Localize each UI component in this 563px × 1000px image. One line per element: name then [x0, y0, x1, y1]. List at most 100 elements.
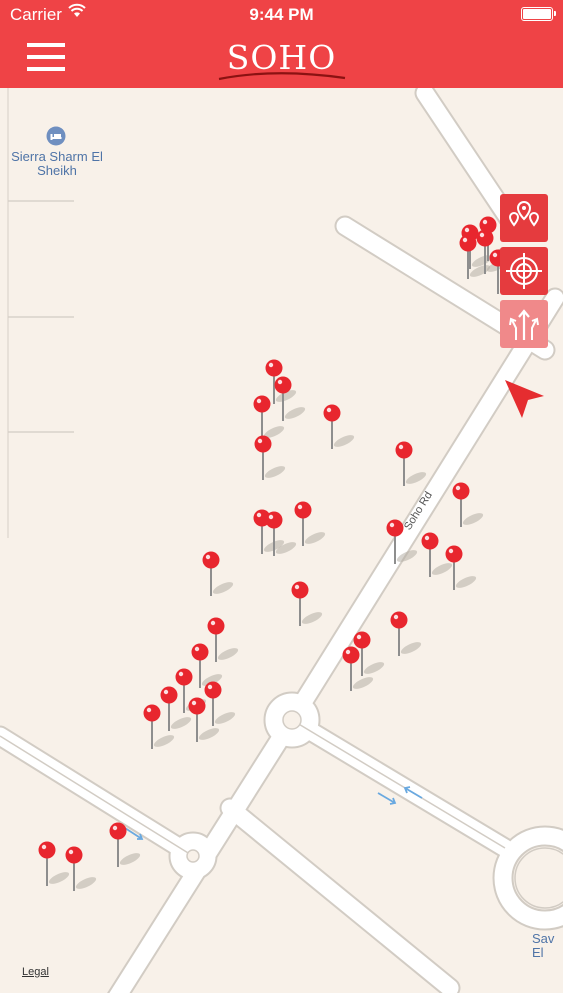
pin-highlight: [205, 554, 211, 560]
map-pin[interactable]: [253, 395, 271, 413]
map-pin[interactable]: [143, 704, 161, 722]
map-pin[interactable]: [291, 581, 309, 599]
map-pin[interactable]: [342, 646, 360, 664]
pin-highlight: [424, 535, 430, 541]
map-pin[interactable]: [38, 841, 56, 859]
map-view[interactable]: Sierra Sharm El Sheikh Soho Rd Legal Sav…: [0, 88, 563, 993]
map-pins[interactable]: [38, 216, 522, 892]
map-pin[interactable]: [265, 511, 283, 529]
pin-shadow: [400, 642, 422, 654]
map-pin[interactable]: [294, 501, 312, 519]
show-all-pins-button[interactable]: [500, 194, 548, 242]
pin-shadow: [455, 576, 477, 588]
pin-highlight: [178, 671, 184, 677]
pin-highlight: [345, 649, 351, 655]
directions-button[interactable]: [500, 300, 548, 348]
pin-highlight: [268, 514, 274, 520]
map-pin[interactable]: [445, 545, 463, 563]
battery-icon: [521, 7, 556, 21]
map-pin[interactable]: [202, 551, 220, 569]
map-pin[interactable]: [323, 404, 341, 422]
map-pin[interactable]: [160, 686, 178, 704]
roundabout-center: [282, 710, 302, 730]
pin-shadow: [352, 677, 374, 689]
pin-shadow: [405, 472, 427, 484]
pin-shadow: [431, 563, 453, 575]
map-pin[interactable]: [274, 376, 292, 394]
pin-highlight: [256, 398, 262, 404]
pin-shadow: [462, 513, 484, 525]
pin-shadow: [301, 612, 323, 624]
pin-shadow: [212, 582, 234, 594]
pin-shadow: [119, 853, 141, 865]
partial-poi-label: Sav El: [532, 931, 555, 960]
pin-highlight: [256, 512, 262, 518]
pin-highlight: [257, 438, 263, 444]
pin-highlight: [146, 707, 152, 713]
map-pin[interactable]: [452, 482, 470, 500]
map-pin[interactable]: [254, 435, 272, 453]
pin-highlight: [207, 684, 213, 690]
legal-link[interactable]: Legal: [22, 966, 49, 978]
map-pin[interactable]: [207, 617, 225, 635]
pin-highlight: [455, 485, 461, 491]
map-pin[interactable]: [386, 519, 404, 537]
directions-arrows-icon: [509, 309, 539, 340]
map-pin[interactable]: [175, 668, 193, 686]
map-pin[interactable]: [204, 681, 222, 699]
pin-highlight: [41, 844, 47, 850]
pin-highlight: [479, 232, 485, 238]
map-pin[interactable]: [188, 697, 206, 715]
map-pin[interactable]: [459, 234, 477, 252]
pin-highlight: [393, 614, 399, 620]
pin-highlight: [482, 219, 488, 225]
logo-swash: [218, 72, 346, 81]
pin-shadow: [284, 407, 306, 419]
pin-highlight: [398, 444, 404, 450]
pin-highlight: [492, 252, 498, 258]
bottom-strip: [0, 993, 563, 1000]
map-pin[interactable]: [353, 631, 371, 649]
pin-shadow: [75, 877, 97, 889]
pin-highlight: [464, 227, 470, 233]
locate-me-button[interactable]: [500, 247, 548, 295]
pin-highlight: [277, 379, 283, 385]
status-bar: Carrier 9:44 PM: [0, 0, 563, 30]
map-pin[interactable]: [421, 532, 439, 550]
pin-shadow: [48, 872, 70, 884]
user-location-arrow: [505, 380, 544, 418]
pin-highlight: [210, 620, 216, 626]
pin-shadow: [170, 717, 192, 729]
pin-shadow: [217, 648, 239, 660]
pin-shadow: [264, 466, 286, 478]
map-pin[interactable]: [109, 822, 127, 840]
pin-highlight: [194, 646, 200, 652]
pin-highlight: [297, 504, 303, 510]
map-pin[interactable]: [65, 846, 83, 864]
roundabout-center: [186, 849, 200, 863]
clock: 9:44 PM: [249, 5, 314, 24]
pin-highlight: [326, 407, 332, 413]
map-pin[interactable]: [265, 359, 283, 377]
pin-shadow: [214, 712, 236, 724]
map-pins-icon: [508, 200, 540, 227]
pin-shadow: [363, 662, 385, 674]
pin-shadow: [333, 435, 355, 447]
crosshair-icon: [506, 253, 542, 289]
map-pin[interactable]: [395, 441, 413, 459]
map-canvas[interactable]: [0, 88, 563, 993]
pin-highlight: [462, 237, 468, 243]
map-pin[interactable]: [390, 611, 408, 629]
map-pin[interactable]: [476, 229, 494, 247]
poi-label[interactable]: Sierra Sharm El Sheikh: [8, 150, 106, 178]
pin-highlight: [294, 584, 300, 590]
pin-shadow: [153, 735, 175, 747]
pin-highlight: [112, 825, 118, 831]
pin-shadow: [198, 728, 220, 740]
pin-highlight: [389, 522, 395, 528]
map-pin[interactable]: [191, 643, 209, 661]
nav-bar: SOHO: [0, 30, 563, 88]
pin-highlight: [268, 362, 274, 368]
pin-highlight: [448, 548, 454, 554]
pin-highlight: [163, 689, 169, 695]
